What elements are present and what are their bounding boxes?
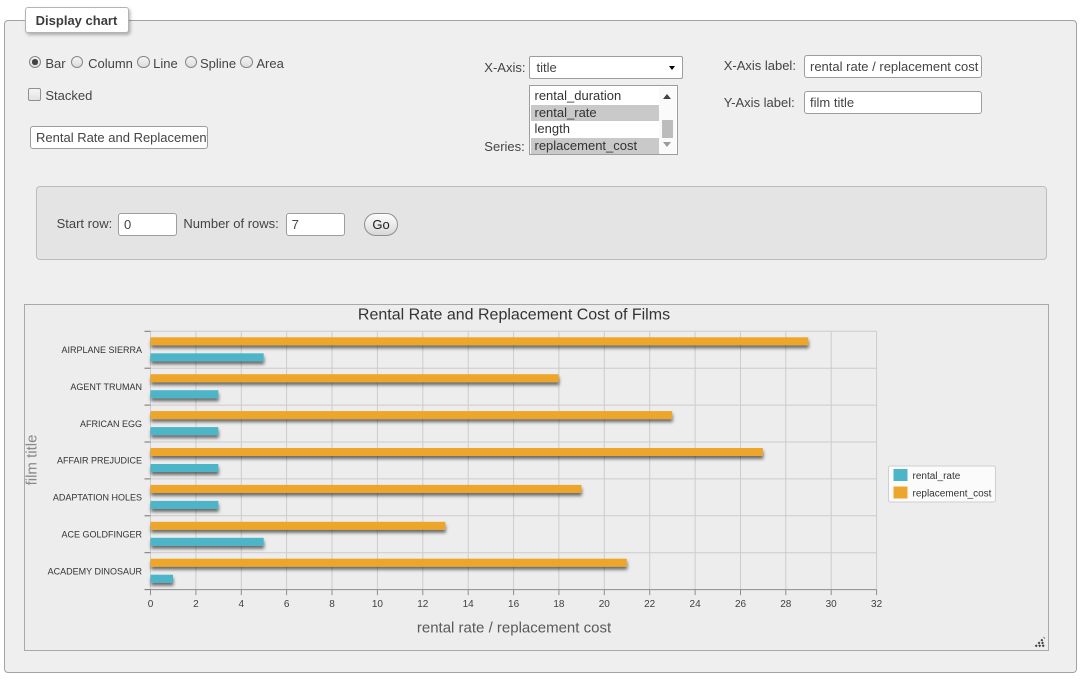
svg-text:16: 16 <box>508 599 520 610</box>
svg-text:20: 20 <box>599 599 611 610</box>
svg-text:Rental Rate and Replacement Co: Rental Rate and Replacement Cost of Film… <box>358 307 670 324</box>
svg-text:4: 4 <box>239 599 245 610</box>
svg-text:rental rate / replacement cost: rental rate / replacement cost <box>417 620 612 637</box>
svg-text:6: 6 <box>284 599 290 610</box>
svg-text:AIRPLANE SIERRA: AIRPLANE SIERRA <box>61 345 142 355</box>
svg-text:24: 24 <box>690 599 702 610</box>
svg-text:ACADEMY DINOSAUR: ACADEMY DINOSAUR <box>48 566 143 576</box>
svg-text:32: 32 <box>871 599 883 610</box>
svg-text:replacement_cost: replacement_cost <box>913 489 992 500</box>
svg-text:rental_rate: rental_rate <box>913 471 961 482</box>
svg-text:AFFAIR PREJUDICE: AFFAIR PREJUDICE <box>57 456 142 466</box>
svg-text:ADAPTATION HOLES: ADAPTATION HOLES <box>53 493 142 503</box>
svg-text:film title: film title <box>25 435 41 486</box>
svg-text:26: 26 <box>735 599 747 610</box>
svg-text:2: 2 <box>193 599 199 610</box>
svg-text:28: 28 <box>780 599 792 610</box>
svg-text:AFRICAN EGG: AFRICAN EGG <box>80 419 142 429</box>
svg-text:ACE GOLDFINGER: ACE GOLDFINGER <box>61 529 142 539</box>
svg-text:8: 8 <box>329 599 335 610</box>
svg-text:22: 22 <box>644 599 656 610</box>
svg-text:12: 12 <box>417 599 429 610</box>
svg-text:14: 14 <box>463 599 475 610</box>
svg-text:0: 0 <box>148 599 154 610</box>
svg-text:30: 30 <box>826 599 838 610</box>
svg-text:AGENT TRUMAN: AGENT TRUMAN <box>70 382 142 392</box>
svg-text:10: 10 <box>372 599 384 610</box>
svg-text:18: 18 <box>553 599 565 610</box>
